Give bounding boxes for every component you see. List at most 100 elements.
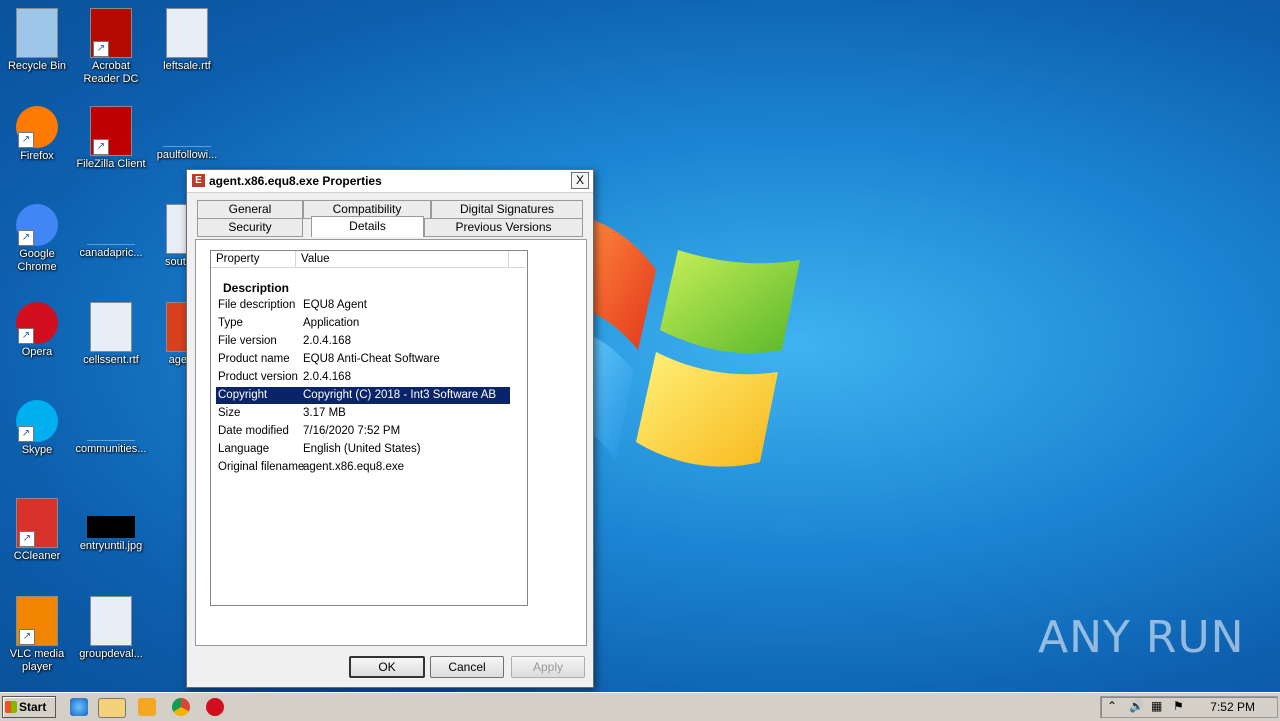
desktop-icon[interactable]: ↗ Firefox: [0, 106, 74, 163]
property-row[interactable]: Product version 2.0.4.168: [216, 369, 510, 386]
property-row[interactable]: Size 3.17 MB: [216, 405, 510, 422]
action-center-flag-icon[interactable]: ⚑: [1173, 699, 1184, 713]
property-name: Date modified: [218, 425, 289, 437]
property-name: File description: [218, 299, 296, 311]
property-row[interactable]: Type Application: [216, 315, 510, 332]
details-listview[interactable]: Property Value Description File descript…: [210, 250, 528, 606]
property-row[interactable]: Date modified 7/16/2020 7:52 PM: [216, 423, 510, 440]
property-row[interactable]: Language English (United States): [216, 441, 510, 458]
desktop-icon-label: groupdeval...: [79, 648, 143, 660]
system-tray: ⌃ 🔊 ▦ ⚑ 7:52 PM: [1100, 696, 1278, 718]
property-value: Copyright (C) 2018 - Int3 Software AB: [303, 389, 497, 401]
desktop-icon[interactable]: ↗ VLC media player: [0, 596, 74, 674]
start-button[interactable]: Start: [2, 696, 56, 718]
desktop-icon[interactable]: groupdeval...: [74, 596, 148, 661]
volume-icon[interactable]: 🔊: [1129, 699, 1144, 713]
blank-file-icon: [163, 106, 211, 147]
property-value: English (United States): [303, 443, 421, 455]
media-player-icon[interactable]: [138, 698, 156, 716]
desktop-icon-label: Recycle Bin: [7, 60, 67, 72]
property-name: Copyright: [218, 389, 268, 401]
clock[interactable]: 7:52 PM: [1210, 700, 1255, 714]
property-value: 3.17 MB: [303, 407, 346, 419]
desktop-icon-label: CCleaner: [13, 550, 61, 562]
taskbar: Start ⌃ 🔊 ▦ ⚑ 7:52 PM: [0, 692, 1280, 721]
desktop-icon-label: Firefox: [20, 150, 54, 162]
property-value: EQU8 Agent: [303, 299, 367, 311]
listview-header: Property Value: [211, 251, 525, 268]
column-value[interactable]: Value: [296, 251, 509, 267]
recycle-bin-icon: [16, 8, 58, 58]
desktop-icon-label: Skype: [21, 444, 53, 456]
tab-details[interactable]: Details: [311, 216, 424, 237]
property-name: Language: [218, 443, 270, 455]
dialog-titlebar[interactable]: E agent.x86.equ8.exe Properties X: [187, 170, 593, 193]
close-button[interactable]: X: [571, 172, 589, 189]
rtf-document-icon: [166, 8, 208, 58]
tab-digital-signatures[interactable]: Digital Signatures: [431, 200, 583, 219]
desktop-icon[interactable]: communities...: [74, 400, 148, 456]
blank-file-icon: [87, 204, 135, 245]
property-name: Type: [218, 317, 243, 329]
desktop-icon[interactable]: ↗ Google Chrome: [0, 204, 74, 274]
anyrun-watermark: ANY RUN: [1038, 612, 1245, 663]
property-value: 2.0.4.168: [303, 335, 351, 347]
watermark-text: ANY RUN: [1038, 612, 1245, 663]
tab-general[interactable]: General: [197, 200, 303, 219]
details-panel: Property Value Description File descript…: [195, 239, 587, 700]
windows-logo-wallpaper: [564, 220, 800, 467]
desktop-icon[interactable]: entryuntil.jpg: [74, 498, 148, 553]
ccleaner-icon: ↗: [16, 498, 58, 548]
filezilla-icon: ↗: [90, 106, 132, 156]
desktop-icon-label: canadapric...: [79, 247, 143, 259]
desktop-icon[interactable]: ↗ Skype: [0, 400, 74, 457]
property-row[interactable]: File version 2.0.4.168: [216, 333, 510, 350]
desktop-icon-label: VLC media player: [9, 648, 65, 673]
word-document-icon: [90, 302, 132, 352]
property-row[interactable]: Copyright Copyright (C) 2018 - Int3 Softw…: [216, 387, 510, 404]
desktop-icon[interactable]: ↗ CCleaner: [0, 498, 74, 563]
explorer-icon[interactable]: [98, 698, 126, 718]
start-label: Start: [19, 700, 47, 714]
network-icon[interactable]: ▦: [1151, 699, 1162, 713]
vlc-icon: ↗: [16, 596, 58, 646]
internet-explorer-icon[interactable]: [70, 698, 88, 716]
show-hidden-icons-icon[interactable]: ⌃: [1107, 699, 1117, 713]
opera-taskbar-icon[interactable]: [206, 698, 224, 716]
shortcut-arrow-icon: ↗: [93, 41, 109, 57]
desktop-icon[interactable]: leftsale.rtf: [150, 8, 224, 73]
ok-button[interactable]: OK: [349, 656, 425, 678]
section-heading: Description: [223, 281, 290, 295]
property-name: Product version: [218, 371, 298, 383]
desktop-icon[interactable]: cellssent.rtf: [74, 302, 148, 367]
cancel-button[interactable]: Cancel: [430, 656, 504, 678]
property-name: Product name: [218, 353, 290, 365]
desktop-icon[interactable]: ↗ Acrobat Reader DC: [74, 8, 148, 86]
chrome-icon: ↗: [16, 204, 58, 246]
chrome-taskbar-icon[interactable]: [172, 698, 190, 716]
shortcut-arrow-icon: ↗: [18, 328, 34, 344]
shortcut-arrow-icon: ↗: [18, 132, 34, 148]
skype-icon: ↗: [16, 400, 58, 442]
shortcut-arrow-icon: ↗: [19, 531, 35, 547]
desktop-icon-label: entryuntil.jpg: [79, 540, 143, 552]
property-row[interactable]: Product name EQU8 Anti-Cheat Software: [216, 351, 510, 368]
property-name: Original filename: [218, 461, 305, 473]
desktop-icon[interactable]: Recycle Bin: [0, 8, 74, 73]
app-icon: E: [192, 174, 205, 187]
acrobat-icon: ↗: [90, 8, 132, 58]
shortcut-arrow-icon: ↗: [19, 629, 35, 645]
desktop-icon[interactable]: canadapric...: [74, 204, 148, 260]
tab-previous-versions[interactable]: Previous Versions: [424, 218, 583, 237]
desktop-icon[interactable]: ↗ FileZilla Client: [74, 106, 148, 171]
desktop-icon-label: paulfollowi...: [156, 149, 218, 161]
property-name: File version: [218, 335, 277, 347]
firefox-icon: ↗: [16, 106, 58, 148]
property-row[interactable]: File description EQU8 Agent: [216, 297, 510, 314]
property-row[interactable]: Original filename agent.x86.equ8.exe: [216, 459, 510, 476]
apply-button[interactable]: Apply: [511, 656, 585, 678]
desktop-icon[interactable]: paulfollowi...: [150, 106, 224, 162]
desktop-icon[interactable]: ↗ Opera: [0, 302, 74, 359]
column-property[interactable]: Property: [211, 251, 296, 267]
tab-security[interactable]: Security: [197, 218, 303, 237]
